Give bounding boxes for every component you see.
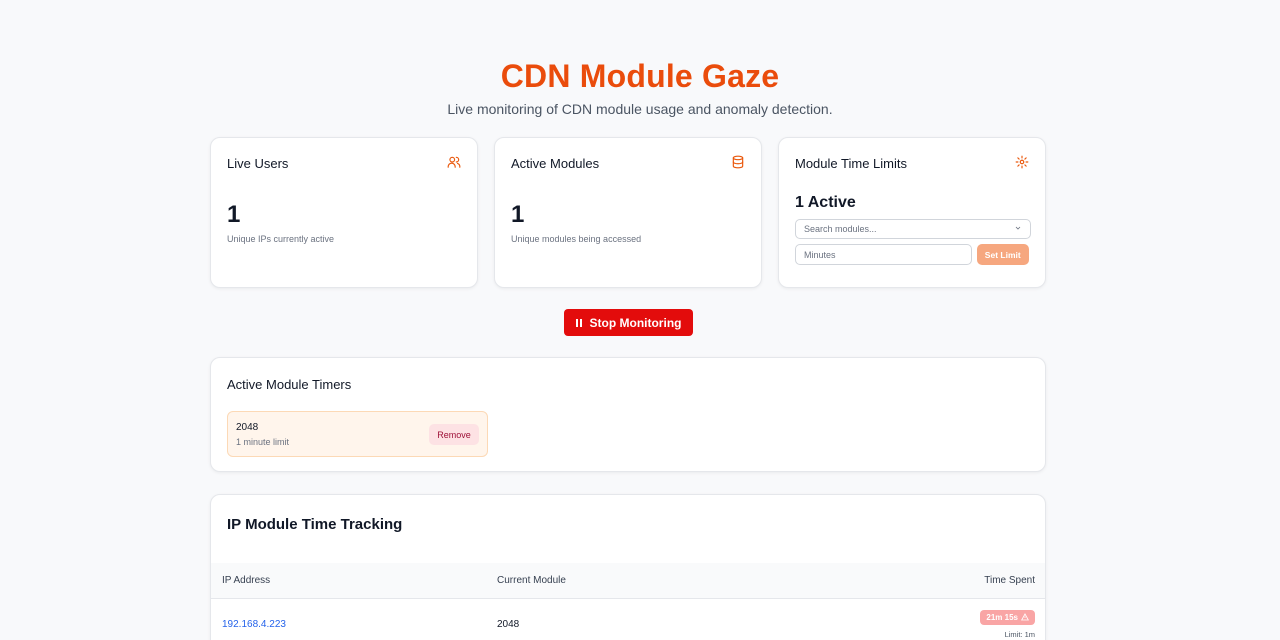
- chevron-down-icon: [1014, 224, 1022, 234]
- module-time-limits-card: Module Time Limits 1 Active Search modul…: [778, 137, 1046, 288]
- remove-timer-button[interactable]: Remove: [429, 424, 479, 445]
- ip-address-link[interactable]: 192.168.4.223: [222, 619, 286, 631]
- stats-cards: Live Users 1 Unique IPs currently active…: [210, 137, 1046, 288]
- live-users-card: Live Users 1 Unique IPs currently active: [210, 137, 478, 288]
- warning-icon: [1020, 612, 1030, 623]
- gear-icon[interactable]: [1015, 155, 1029, 169]
- active-limits-count: 1 Active: [795, 194, 856, 211]
- set-limit-button[interactable]: Set Limit: [976, 244, 1029, 265]
- module-search-select[interactable]: Search modules...: [795, 219, 1031, 239]
- card-description: Unique IPs currently active: [227, 234, 335, 244]
- active-timers-panel: Active Module Timers 2048 1 minute limit…: [210, 357, 1046, 472]
- table-header: IP Address Current Module Time Spent: [211, 563, 1045, 599]
- pause-icon: [575, 318, 582, 327]
- time-limit-text: Limit: 1m: [1004, 630, 1035, 639]
- card-description: Unique modules being accessed: [511, 234, 642, 244]
- timer-item: 2048 1 minute limit Remove: [227, 411, 488, 457]
- column-header-module: Current Module: [497, 575, 566, 586]
- page-title: CDN Module Gaze: [500, 58, 780, 94]
- card-title: Module Time Limits: [795, 156, 907, 171]
- panel-title: Active Module Timers: [227, 377, 352, 392]
- active-modules-count: 1: [511, 201, 525, 228]
- table-row: 192.168.4.223 2048 21m 15s Limit: 1m: [211, 600, 1045, 640]
- current-module-cell: 2048: [497, 619, 520, 630]
- page-header: CDN Module Gaze Live monitoring of CDN m…: [0, 0, 1280, 118]
- page-subtitle: Live monitoring of CDN module usage and …: [447, 101, 833, 117]
- stop-monitoring-label: Stop Monitoring: [589, 315, 682, 330]
- column-header-time: Time Spent: [984, 575, 1035, 586]
- card-title: Live Users: [227, 156, 289, 171]
- column-header-ip: IP Address: [222, 575, 271, 586]
- time-spent-badge: 21m 15s: [980, 610, 1035, 625]
- database-icon: [731, 155, 745, 169]
- time-spent-value: 21m 15s: [986, 613, 1018, 622]
- live-users-count: 1: [227, 201, 241, 228]
- stop-monitoring-button[interactable]: Stop Monitoring: [564, 309, 693, 336]
- card-title: Active Modules: [511, 156, 600, 171]
- users-icon: [447, 155, 461, 169]
- active-modules-card: Active Modules 1 Unique modules being ac…: [494, 137, 762, 288]
- search-placeholder: Search modules...: [804, 224, 877, 234]
- panel-title: IP Module Time Tracking: [227, 516, 403, 533]
- ip-tracking-panel: IP Module Time Tracking IP Address Curre…: [210, 494, 1046, 640]
- minutes-input[interactable]: Minutes: [795, 244, 972, 265]
